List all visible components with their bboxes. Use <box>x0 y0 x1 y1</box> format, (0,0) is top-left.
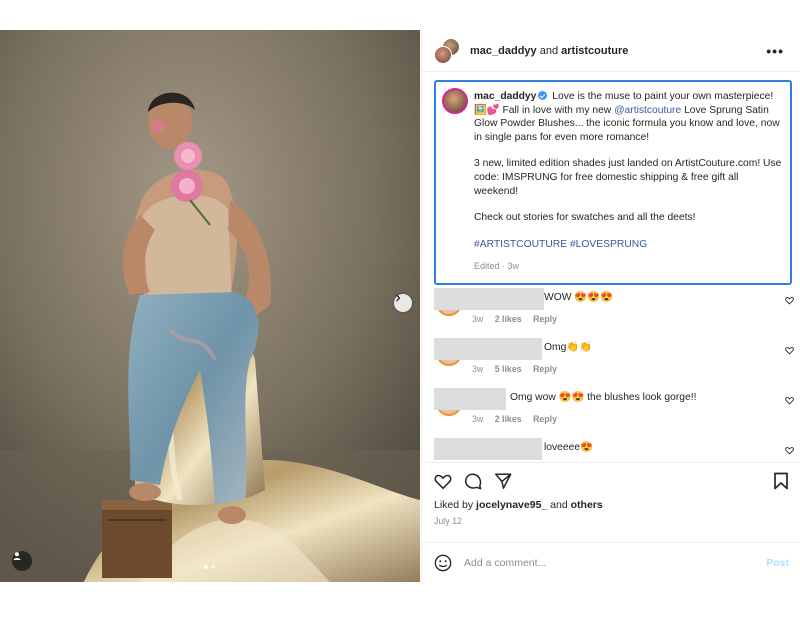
hashtag-link[interactable]: #LOVESPRUNG <box>570 239 647 250</box>
caption-paragraph: 3 new, limited edition shades just lande… <box>474 158 782 197</box>
author-username-link[interactable]: mac_daddyy <box>470 45 537 57</box>
post-authors: mac_daddyy and artistcouture <box>470 45 762 57</box>
liked-by-user-link[interactable]: jocelynave95_ <box>476 499 547 511</box>
share-button[interactable] <box>494 472 512 490</box>
comment-text: Omg👏👏 <box>544 342 592 353</box>
comment-meta: 3w 2 likes Reply <box>472 414 794 424</box>
emoji-icon <box>434 554 452 571</box>
user-tag-icon <box>13 552 21 560</box>
comment-likes-link[interactable]: 2 likes <box>495 414 522 424</box>
photo-illustration <box>0 30 420 582</box>
carousel-dot <box>211 565 215 569</box>
redacted-username <box>434 388 506 410</box>
heart-icon[interactable] <box>785 346 794 355</box>
heart-icon[interactable] <box>785 396 794 405</box>
caption: mac_daddyy Love is the muse to paint you… <box>434 80 792 285</box>
comment-meta: 3w 2 likes Reply <box>472 314 794 324</box>
tagged-users-button[interactable] <box>12 551 32 571</box>
liked-by-others-link[interactable]: others <box>571 499 603 511</box>
avatar[interactable] <box>442 88 468 114</box>
carousel-dot-active <box>204 565 208 569</box>
comment-icon <box>465 473 482 490</box>
comment: Omg👏👏 3w 5 likes Reply <box>434 338 794 388</box>
reply-button[interactable]: Reply <box>533 364 557 374</box>
carousel-indicator <box>204 565 215 569</box>
redacted-username <box>434 438 542 460</box>
comment-time: 3w <box>472 364 484 374</box>
caption-paragraph: Check out stories for swatches and all t… <box>474 212 696 224</box>
collaborator-username-link[interactable]: artistcouture <box>561 45 628 57</box>
comment-likes-link[interactable]: 2 likes <box>495 314 522 324</box>
comment: WOW 😍😍😍 3w 2 likes Reply <box>434 288 794 338</box>
caption-username-link[interactable]: mac_daddyy <box>474 91 536 102</box>
comment-time: 3w <box>472 414 484 424</box>
liked-by-and: and <box>550 499 568 511</box>
post-photo[interactable] <box>0 30 420 582</box>
comment: loveeee😍 <box>434 438 794 462</box>
redacted-username <box>434 338 542 360</box>
comment-text: loveeee😍 <box>544 442 593 453</box>
comment-likes-link[interactable]: 5 likes <box>495 364 522 374</box>
heart-icon <box>434 474 452 489</box>
avatar <box>434 45 452 64</box>
verified-badge-icon <box>538 91 548 100</box>
save-button[interactable] <box>773 472 789 490</box>
post-comment-button[interactable]: Post <box>766 557 789 569</box>
comment-text: Omg wow 😍😍 the blushes look gorge!! <box>510 392 697 403</box>
post-actions-area: Liked by jocelynave95_ and others July 1… <box>422 462 800 526</box>
more-options-button[interactable]: ••• <box>762 43 788 59</box>
action-bar <box>422 463 800 499</box>
next-photo-button[interactable] <box>394 294 412 312</box>
comments-list: WOW 😍😍😍 3w 2 likes Reply Omg👏👏 3w 5 like… <box>434 288 794 462</box>
caption-edited-time: Edited · 3w <box>474 261 520 272</box>
reply-button[interactable]: Reply <box>533 314 557 324</box>
comment-time: 3w <box>472 314 484 324</box>
heart-icon[interactable] <box>785 446 794 455</box>
heart-icon[interactable] <box>785 296 794 305</box>
chevron-right-icon <box>396 294 401 302</box>
post-header: mac_daddyy and artistcouture ••• <box>422 30 800 72</box>
comment-text: WOW 😍😍😍 <box>544 292 613 303</box>
comment: Omg wow 😍😍 the blushes look gorge!! 3w 2… <box>434 388 794 438</box>
post-date[interactable]: July 12 <box>422 511 800 526</box>
comment-button[interactable] <box>464 472 482 490</box>
comment-meta: 3w 5 likes Reply <box>472 364 794 374</box>
mention-link[interactable]: @artistcouture <box>614 105 681 116</box>
comment-input[interactable] <box>464 556 767 569</box>
bookmark-icon <box>774 472 788 490</box>
share-icon <box>495 473 512 489</box>
liked-by-prefix: Liked by <box>434 499 474 511</box>
hashtag-link[interactable]: #ARTISTCOUTURE <box>474 239 567 250</box>
redacted-username <box>434 288 544 310</box>
collab-avatars[interactable] <box>434 37 460 64</box>
add-comment-bar: Post <box>422 542 800 582</box>
liked-by: Liked by jocelynave95_ and others <box>422 499 800 511</box>
like-button[interactable] <box>434 473 452 490</box>
authors-and-text: and <box>539 44 559 57</box>
reply-button[interactable]: Reply <box>533 414 557 424</box>
emoji-picker-button[interactable] <box>434 554 452 572</box>
post-detail-panel: mac_daddyy and artistcouture ••• mac_dad… <box>421 30 800 582</box>
